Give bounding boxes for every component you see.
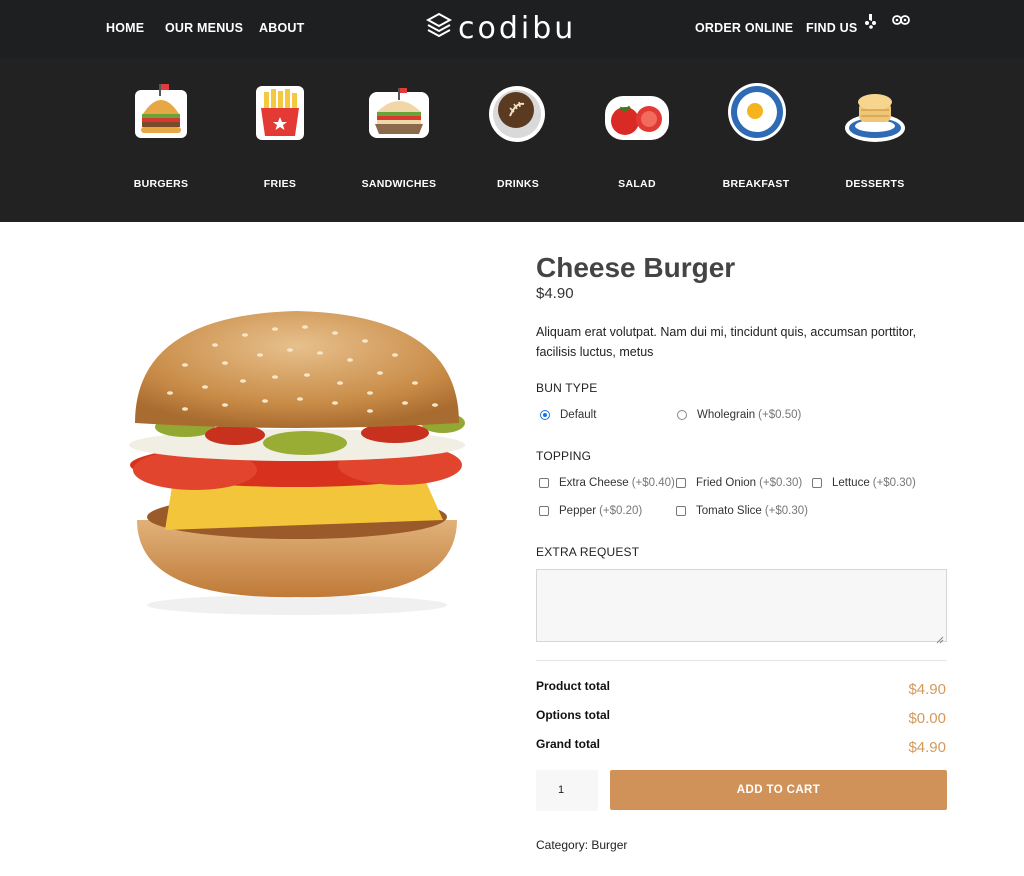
category-drinks[interactable]: DRINKS	[468, 80, 568, 190]
topping-option-pepper[interactable]: Pepper (+$0.20)	[539, 505, 642, 517]
product-total-label: Product total	[536, 679, 610, 693]
option-price: (+$0.30)	[872, 477, 916, 489]
add-to-cart-button[interactable]: ADD TO CART	[610, 770, 947, 810]
nav-our-menus[interactable]: OUR MENUS	[165, 21, 243, 35]
topping-option-lettuce[interactable]: Lettuce (+$0.30)	[812, 477, 916, 489]
site-logo[interactable]: codibu	[425, 10, 577, 46]
fries-icon	[248, 80, 312, 144]
category-fries[interactable]: FRIES	[230, 80, 330, 190]
category-meta-label: Category:	[536, 838, 589, 852]
product-image	[125, 305, 470, 625]
grand-total-value: $4.90	[908, 739, 946, 756]
category-label: SALAD	[618, 178, 656, 190]
category-sandwiches[interactable]: SANDWICHES	[349, 80, 449, 190]
nav-order-online[interactable]: ORDER ONLINE	[695, 21, 793, 35]
topping-label: TOPPING	[536, 449, 592, 463]
bun-option-default[interactable]: Default	[540, 409, 596, 421]
checkbox[interactable]	[539, 478, 549, 488]
topping-option-extra-cheese[interactable]: Extra Cheese (+$0.40)	[539, 477, 675, 489]
option-name: Default	[560, 409, 597, 421]
category-desserts[interactable]: DESSERTS	[825, 80, 925, 190]
option-price: (+$0.30)	[759, 477, 803, 489]
sandwich-icon	[367, 80, 431, 144]
logo-wordmark: codibu	[458, 10, 577, 46]
option-price: (+$0.20)	[599, 505, 643, 517]
stacked-layers-icon	[425, 12, 453, 45]
tripadvisor-icon[interactable]	[892, 13, 910, 32]
checkbox[interactable]	[812, 478, 822, 488]
nav-about[interactable]: ABOUT	[259, 21, 304, 35]
category-burgers[interactable]: BURGERS	[111, 80, 211, 190]
quantity-input[interactable]: 1	[536, 770, 598, 811]
topping-option-tomato-slice[interactable]: Tomato Slice (+$0.30)	[676, 505, 808, 517]
extra-request-label: EXTRA REQUEST	[536, 545, 640, 559]
divider	[536, 660, 947, 661]
category-label: DESSERTS	[845, 178, 905, 190]
category-breakfast[interactable]: BREAKFAST	[706, 80, 806, 190]
yelp-icon[interactable]	[864, 13, 878, 34]
extra-request-textarea[interactable]	[536, 569, 947, 644]
nav-find-us[interactable]: FIND US	[806, 21, 857, 35]
option-price: (+$0.30)	[764, 505, 808, 517]
option-name: Tomato Slice	[696, 505, 762, 517]
grand-total-label: Grand total	[536, 737, 601, 751]
product-category: Category: Burger	[536, 838, 627, 852]
category-label: BURGERS	[133, 178, 189, 190]
category-label: FRIES	[263, 178, 297, 190]
checkbox[interactable]	[676, 506, 686, 516]
fried-egg-icon	[724, 80, 788, 144]
nav-home[interactable]: HOME	[106, 21, 144, 35]
checkbox[interactable]	[539, 506, 549, 516]
resize-handle-icon[interactable]	[936, 631, 944, 644]
radio-button[interactable]	[677, 410, 687, 420]
option-name: Wholegrain	[697, 409, 756, 421]
category-label: BREAKFAST	[722, 178, 790, 190]
category-link[interactable]: Burger	[591, 838, 627, 852]
product-total-value: $4.90	[908, 681, 946, 698]
bun-type-label: BUN TYPE	[536, 381, 598, 395]
category-salad[interactable]: SALAD	[587, 80, 687, 190]
options-total-value: $0.00	[908, 710, 946, 727]
option-price: (+$0.50)	[758, 409, 802, 421]
site-header: HOME OUR MENUS ABOUT ORDER ONLINE FIND U…	[0, 0, 1024, 222]
product-price: $4.90	[536, 285, 574, 302]
bun-option-wholegrain[interactable]: Wholegrain (+$0.50)	[677, 409, 801, 421]
option-name: Pepper	[559, 505, 597, 517]
product-title: Cheese Burger	[536, 252, 736, 283]
option-name: Fried Onion	[696, 477, 757, 489]
topping-option-fried-onion[interactable]: Fried Onion (+$0.30)	[676, 477, 802, 489]
category-label: DRINKS	[496, 178, 540, 190]
product-description: Aliquam erat volutpat. Nam dui mi, tinci…	[536, 325, 917, 359]
burger-icon	[129, 80, 193, 144]
option-name: Lettuce	[832, 477, 870, 489]
option-price: (+$0.40)	[631, 477, 675, 489]
category-label: SANDWICHES	[361, 178, 437, 190]
pancakes-icon	[843, 80, 907, 144]
radio-button[interactable]	[540, 410, 550, 420]
coffee-icon	[486, 80, 550, 144]
tomato-icon	[605, 80, 669, 144]
checkbox[interactable]	[676, 478, 686, 488]
option-name: Extra Cheese	[559, 477, 629, 489]
options-total-label: Options total	[536, 708, 610, 722]
